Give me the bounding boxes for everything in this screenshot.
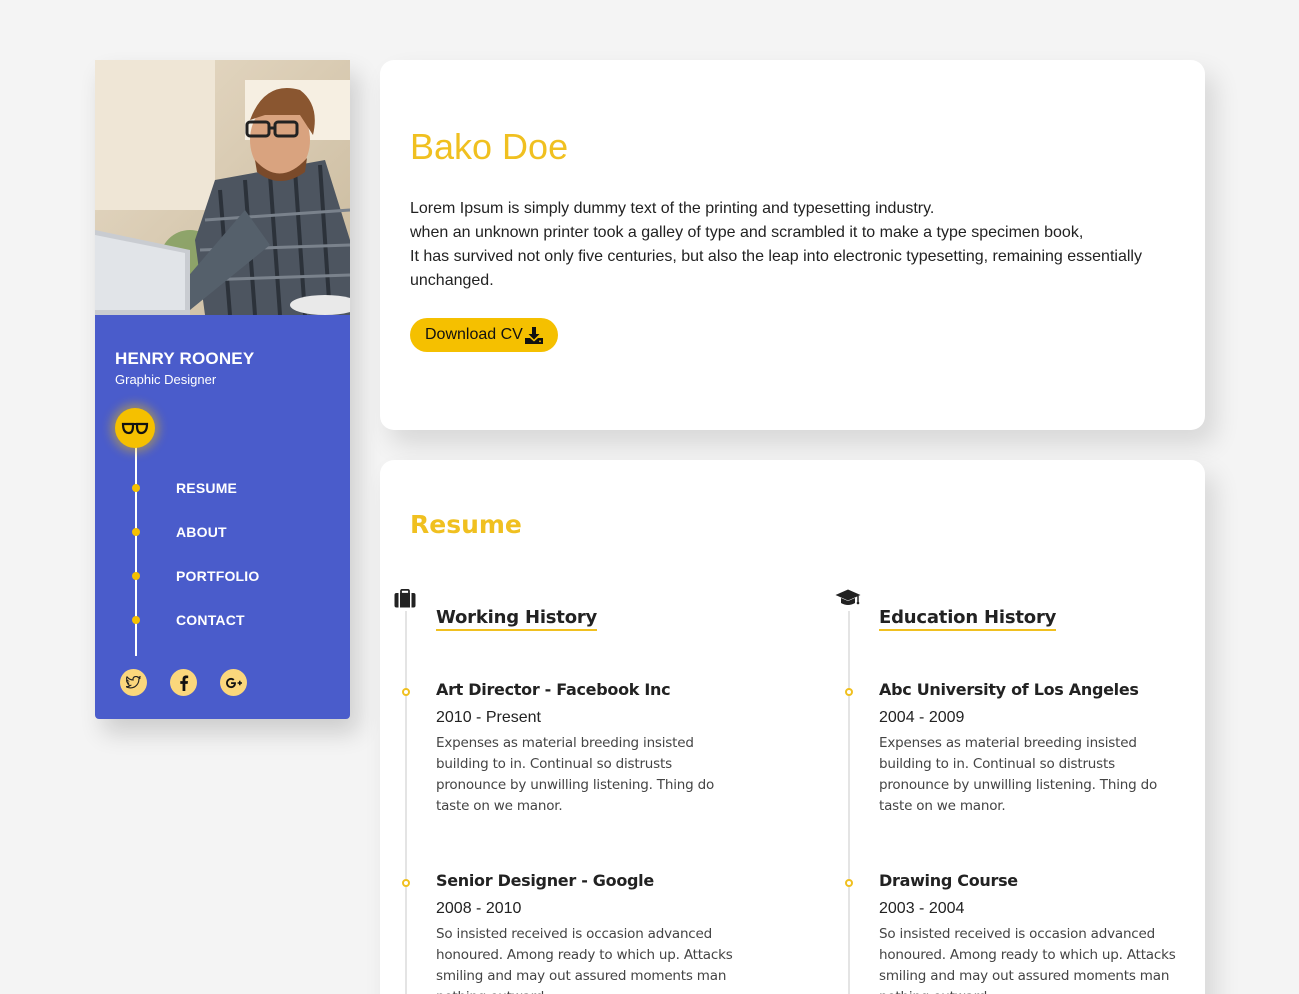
intro-card: Bako Doe Lorem Ipsum is simply dummy tex… [380, 60, 1205, 430]
entry-description: So insisted received is occasion advance… [436, 926, 733, 994]
intro-line: Lorem Ipsum is simply dummy text of the … [410, 200, 935, 217]
briefcase-icon [392, 585, 418, 611]
download-cv-label: Download CV [425, 326, 523, 343]
entry-description: Expenses as material breeding insisted b… [879, 735, 1158, 814]
social-links [120, 669, 247, 696]
resume-card: Resume Working History Art Director - Fa… [380, 460, 1205, 994]
timeline-dot [402, 688, 410, 696]
working-history-column: Working History Art Director - Facebook … [392, 585, 752, 994]
page-title: Bako Doe [410, 126, 569, 167]
sidebar-item-contact[interactable]: CONTACT [95, 612, 350, 636]
intro-line: It has survived not only five centuries,… [410, 248, 1142, 289]
nav-dot [132, 528, 140, 536]
sidebar-item-resume[interactable]: RESUME [95, 480, 350, 504]
section-title: Resume [410, 510, 522, 539]
timeline-dot [845, 879, 853, 887]
nav-dot [132, 616, 140, 624]
entry-title: Senior Designer - Google [436, 871, 654, 890]
entry-date: 2003 - 2004 [879, 900, 965, 917]
entry-date: 2008 - 2010 [436, 900, 522, 917]
timeline-line [848, 605, 850, 994]
nav-label: PORTFOLIO [176, 568, 260, 584]
intro-text: Lorem Ipsum is simply dummy text of the … [410, 197, 1170, 293]
timeline-line [405, 605, 407, 994]
education-history-column: Education History Abc University of Los … [835, 585, 1195, 994]
education-history-heading: Education History [879, 607, 1056, 631]
sidebar-item-about[interactable]: ABOUT [95, 524, 350, 548]
google-plus-icon[interactable] [220, 669, 247, 696]
entry-date: 2004 - 2009 [879, 709, 965, 726]
download-cv-button[interactable]: Download CV [410, 318, 558, 352]
glasses-icon [115, 408, 155, 448]
profile-name: HENRY ROONEY [115, 349, 255, 368]
facebook-icon[interactable] [170, 669, 197, 696]
nav-dot [132, 484, 140, 492]
entry-description: Expenses as material breeding insisted b… [436, 735, 715, 814]
working-history-heading: Working History [436, 607, 597, 631]
entry-title: Drawing Course [879, 871, 1018, 890]
nav-label: CONTACT [176, 612, 245, 628]
nav-label: RESUME [176, 480, 238, 496]
entry-description: So insisted received is occasion advance… [879, 926, 1176, 994]
entry-title: Abc University of Los Angeles [879, 680, 1139, 699]
profile-sidebar: HENRY ROONEY Graphic Designer RESUME ABO… [95, 60, 350, 719]
sidebar-item-portfolio[interactable]: PORTFOLIO [95, 568, 350, 592]
profile-role: Graphic Designer [115, 372, 217, 387]
intro-line: when an unknown printer took a galley of… [410, 224, 1084, 241]
download-icon [524, 326, 543, 344]
nav-label: ABOUT [176, 524, 227, 540]
entry-date: 2010 - Present [436, 709, 541, 726]
sidebar-nav: RESUME ABOUT PORTFOLIO CONTACT [95, 408, 350, 658]
profile-photo [95, 60, 350, 315]
entry-title: Art Director - Facebook Inc [436, 680, 671, 699]
nav-dot [132, 572, 140, 580]
timeline-dot [402, 879, 410, 887]
timeline-dot [845, 688, 853, 696]
graduation-cap-icon [835, 585, 861, 611]
twitter-icon[interactable] [120, 669, 147, 696]
